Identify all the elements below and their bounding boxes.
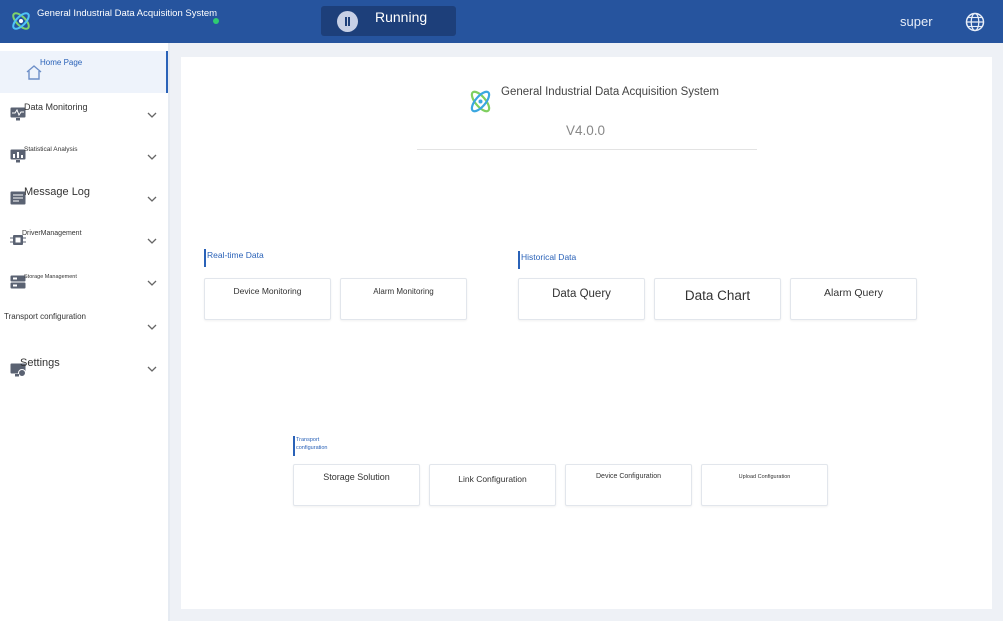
tile-upload-configuration[interactable]: Upload Configuration [701, 464, 828, 506]
status-indicator [213, 18, 219, 24]
sidebar-item-storage-management[interactable]: Storage Management [0, 262, 168, 304]
home-icon [26, 65, 42, 80]
sidebar-item-settings[interactable]: Settings [0, 346, 168, 388]
globe-icon[interactable] [965, 12, 985, 32]
tile-data-chart[interactable]: Data Chart [654, 278, 781, 320]
chevron-down-icon [147, 196, 157, 202]
tile-data-query[interactable]: Data Query [518, 278, 645, 320]
tile-label: Storage Solution [323, 472, 390, 482]
tile-label: Upload Configuration [738, 474, 791, 480]
section-title-line: Transport [296, 437, 320, 443]
tile-alarm-monitoring[interactable]: Alarm Monitoring [340, 278, 467, 320]
tile-storage-solution[interactable]: Storage Solution [293, 464, 420, 506]
sidebar-item-statistical-analysis[interactable]: Statistical Analysis [0, 136, 168, 178]
section-title-realtime: Real-time Data [204, 249, 264, 267]
sidebar-item-home-page[interactable]: Home Page [0, 51, 168, 93]
section-title-line: configuration [296, 445, 328, 451]
run-status-label: Running [375, 9, 428, 25]
chevron-down-icon [147, 238, 157, 244]
sidebar-item-transport-configuration[interactable]: Transport configuration [0, 304, 168, 346]
sidebar-item-label: Home Page [40, 58, 83, 67]
home-card [181, 57, 992, 609]
chevron-down-icon [147, 280, 157, 286]
app-title: General Industrial Data Acquisition Syst… [37, 8, 218, 19]
sidebar-item-label: Message Log [24, 186, 91, 198]
tile-label: Link Configuration [458, 474, 527, 484]
tile-label: Alarm Query [824, 287, 883, 299]
tile-link-configuration[interactable]: Link Configuration [429, 464, 556, 506]
sidebar-item-label: DriverManagement [22, 230, 82, 237]
chevron-down-icon [147, 154, 157, 160]
chevron-down-icon [147, 112, 157, 118]
sidebar: Home Page Data Monitoring Statistical An… [0, 43, 170, 621]
tile-label: Device Monitoring [233, 286, 302, 296]
user-name[interactable]: super [900, 14, 933, 29]
version-label: V4.0.0 [566, 123, 606, 138]
sidebar-item-label: Transport configuration [4, 312, 86, 321]
atom-logo-icon [12, 12, 30, 30]
tile-device-monitoring[interactable]: Device Monitoring [204, 278, 331, 320]
tile-device-configuration[interactable]: Device Configuration [565, 464, 692, 506]
chevron-down-icon [147, 324, 157, 330]
sidebar-item-label: Statistical Analysis [24, 146, 78, 153]
tile-label: Data Query [552, 288, 611, 300]
sidebar-item-label: Storage Management [24, 274, 77, 280]
pause-icon[interactable] [337, 11, 358, 32]
tile-label: Device Configuration [596, 473, 661, 480]
sidebar-item-driver-management[interactable]: DriverManagement [0, 220, 168, 262]
sidebar-item-data-monitoring[interactable]: Data Monitoring [0, 94, 168, 136]
run-status-control[interactable]: Running [321, 6, 456, 36]
top-bar: General Industrial Data Acquisition Syst… [0, 0, 1003, 43]
chevron-down-icon [147, 366, 157, 372]
section-title-historical: Historical Data [518, 251, 576, 269]
atom-logo-icon [470, 90, 491, 113]
section-title-transport: Transport configuration [293, 436, 328, 456]
sidebar-item-message-log[interactable]: Message Log [0, 178, 168, 220]
sidebar-item-label: Data Monitoring [24, 102, 88, 112]
divider [417, 149, 757, 150]
page-title: General Industrial Data Acquisition Syst… [501, 86, 719, 98]
tile-alarm-query[interactable]: Alarm Query [790, 278, 917, 320]
tile-label: Data Chart [684, 288, 751, 303]
tile-label: Alarm Monitoring [373, 287, 434, 296]
sidebar-item-label: Settings [20, 357, 60, 369]
